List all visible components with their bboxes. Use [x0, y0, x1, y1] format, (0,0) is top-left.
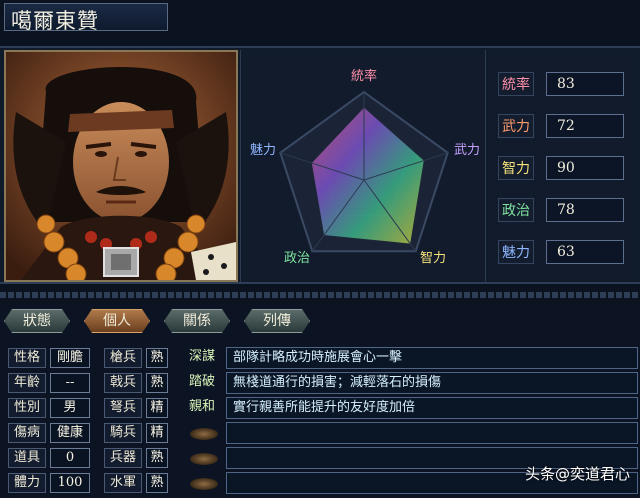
radar-label-bottom-left: 政治 — [284, 251, 310, 266]
watermark: 头条@奕道君心 — [524, 465, 630, 483]
spear-value: 熟 — [146, 348, 168, 368]
stamina-label: 體力 — [8, 473, 46, 493]
halberd-label: 戟兵 — [104, 373, 142, 393]
tab-personal[interactable]: 個人 — [84, 309, 150, 333]
general-name: 噶爾東贊 — [11, 9, 99, 33]
injury-value: 健康 — [50, 423, 90, 443]
empty-skill-icon — [190, 478, 218, 490]
stat-row-intelligence: 智力 90 — [498, 156, 634, 182]
stat-value-charm: 63 — [546, 240, 624, 264]
gender-label: 性別 — [8, 398, 46, 418]
empty-skill-icon — [190, 453, 218, 465]
skill-name-3[interactable]: 親和 — [182, 398, 222, 418]
skill-desc-3: 實行親善所能提升的友好度加倍 — [226, 397, 638, 419]
stat-label-war: 武力 — [498, 114, 534, 138]
stat-row-politics: 政治 78 — [498, 198, 634, 224]
navy-label: 水軍 — [104, 473, 142, 493]
stat-value-intelligence: 90 — [546, 156, 624, 180]
crossbow-label: 弩兵 — [104, 398, 142, 418]
personality-value: 剛膽 — [50, 348, 90, 368]
ability-radar-panel: 統率 武力 智力 政治 魅力 — [240, 50, 486, 282]
tab-biography[interactable]: 列傳 — [244, 309, 310, 333]
portrait — [4, 50, 238, 282]
tab-relations[interactable]: 關係 — [164, 309, 230, 333]
stat-label-charm: 魅力 — [498, 240, 534, 264]
gender-value: 男 — [50, 398, 90, 418]
stat-row-command: 統率 83 — [498, 72, 634, 98]
cavalry-label: 騎兵 — [104, 423, 142, 443]
general-name-box: 噶爾東贊 — [4, 3, 168, 33]
siege-value: 熟 — [146, 448, 168, 468]
skill-name-2[interactable]: 踏破 — [182, 373, 222, 393]
stat-label-politics: 政治 — [498, 198, 534, 222]
spear-label: 槍兵 — [104, 348, 142, 368]
skill-desc-2: 無棧道通行的損害；減輕落石的損傷 — [226, 372, 638, 394]
siege-label: 兵器 — [104, 448, 142, 468]
navy-value: 熟 — [146, 473, 168, 493]
radar-label-right: 武力 — [454, 143, 480, 158]
item-label: 道具 — [8, 448, 46, 468]
cavalry-value: 精 — [146, 423, 168, 443]
tabs-bar: 狀態 個人 關係 列傳 — [0, 304, 640, 340]
stat-value-politics: 78 — [546, 198, 624, 222]
stat-value-war: 72 — [546, 114, 624, 138]
divider — [0, 292, 640, 298]
stat-row-charm: 魅力 63 — [498, 240, 634, 266]
radar-label-top: 統率 — [351, 68, 377, 84]
stat-label-command: 統率 — [498, 72, 534, 96]
portrait-illustration — [6, 52, 236, 280]
ability-stats-panel: 統率 83 武力 72 智力 90 政治 78 魅力 63 — [488, 50, 638, 282]
halberd-value: 熟 — [146, 373, 168, 393]
skill-desc-4 — [226, 422, 638, 444]
ability-radar-chart: 統率 武力 智力 政治 魅力 — [250, 68, 480, 266]
age-label: 年齡 — [8, 373, 46, 393]
stat-label-intelligence: 智力 — [498, 156, 534, 180]
crossbow-value: 精 — [146, 398, 168, 418]
age-value: -- — [50, 373, 90, 393]
stat-value-command: 83 — [546, 72, 624, 96]
skill-name-1[interactable]: 深謀 — [182, 348, 222, 368]
radar-label-bottom-right: 智力 — [420, 251, 446, 266]
item-value: 0 — [50, 448, 90, 468]
tab-status[interactable]: 狀態 — [4, 309, 70, 333]
personality-label: 性格 — [8, 348, 46, 368]
stamina-value: 100 — [50, 473, 90, 493]
injury-label: 傷病 — [8, 423, 46, 443]
skill-desc-1: 部隊計略成功時施展會心一擊 — [226, 347, 638, 369]
empty-skill-icon — [190, 428, 218, 440]
radar-label-left: 魅力 — [250, 143, 276, 158]
stat-row-war: 武力 72 — [498, 114, 634, 140]
